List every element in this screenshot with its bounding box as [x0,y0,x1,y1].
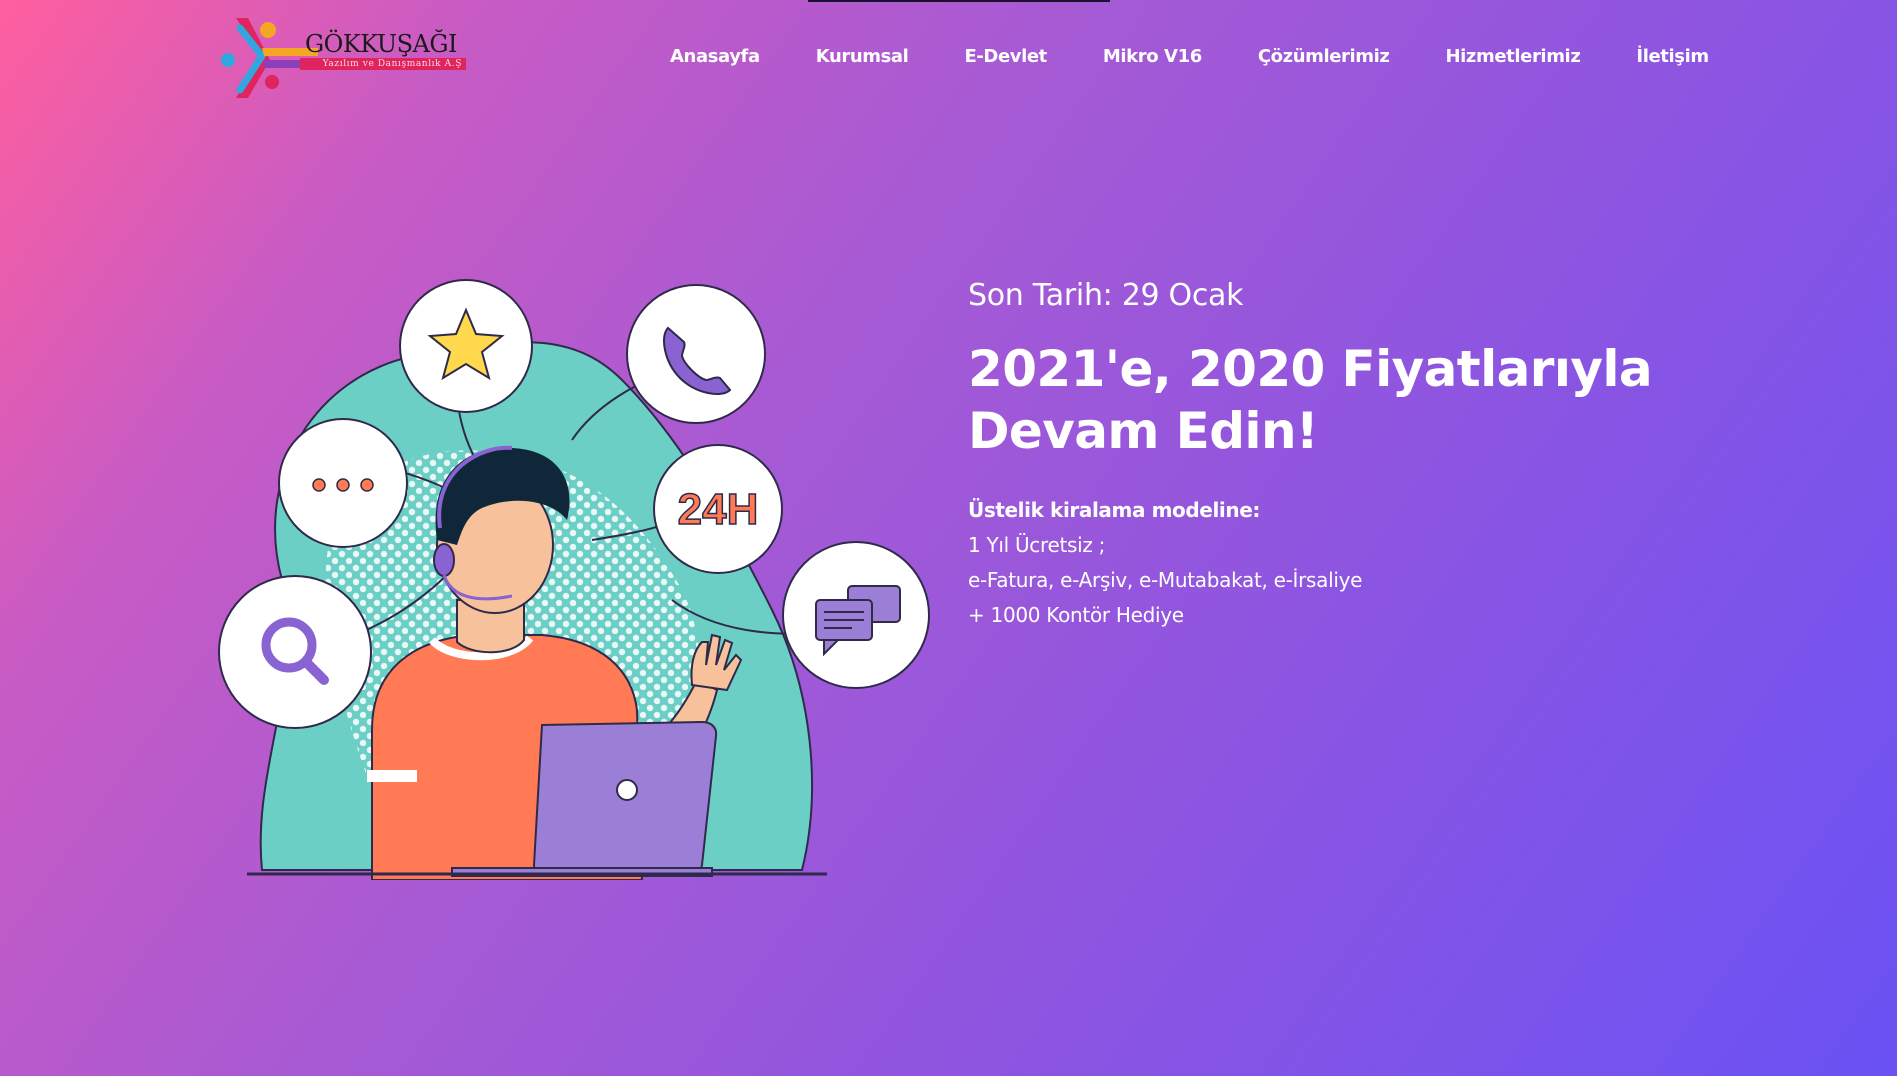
offer-title: Üstelik kiralama modeline: [968,498,1260,522]
star-icon-bubble [399,279,533,413]
main-nav: Anasayfa Kurumsal E-Devlet Mikro V16 Çöz… [670,46,1709,70]
hero-headline: 2021'e, 2020 Fiyatlarıyla Devam Edin! [968,338,1768,462]
dots-icon-bubble [278,418,408,548]
offer-line-free-year: 1 Yıl Ücretsiz ; [968,533,1106,557]
laptop-logo [616,779,638,801]
brand-name: GÖKKUŞAĞI [305,30,458,58]
24h-icon: 24H [678,485,759,534]
nav-item-kurumsal[interactable]: Kurumsal [816,46,909,70]
nav-item-hizmetlerimiz[interactable]: Hizmetlerimiz [1446,46,1581,70]
deadline-text: Son Tarih: 29 Ocak [968,278,1244,313]
nav-item-mikro-v16[interactable]: Mikro V16 [1103,46,1202,70]
nav-item-e-devlet[interactable]: E-Devlet [964,46,1047,70]
nav-item-cozumlerimiz[interactable]: Çözümlerimiz [1258,46,1390,70]
offer-line-services: e-Fatura, e-Arşiv, e-Mutabakat, e-İrsali… [968,568,1363,592]
sleeve-stripe [367,770,417,782]
nav-item-iletisim[interactable]: İletişim [1636,46,1709,70]
chat-icon-bubble [782,541,930,689]
24h-icon-bubble: 24H [653,444,783,574]
hero-section: Son Tarih: 29 Ocak 2021'e, 2020 Fiyatlar… [968,276,1768,629]
top-accent-line [808,0,1110,2]
search-icon-bubble [218,575,372,729]
offer-line-kontor: + 1000 Kontör Hediye [968,603,1184,627]
brand-tagline: Yazılım ve Danışmanlık A.Ş [300,58,466,70]
phone-icon-bubble [626,284,766,424]
hero-headline-line1: 2021'e, 2020 Fiyatlarıyla [968,340,1653,398]
hero-headline-line2: Devam Edin! [968,402,1319,460]
nav-item-anasayfa[interactable]: Anasayfa [670,46,760,70]
illustration-svg: 24H [218,279,930,881]
support-agent-illustration: 24H [212,270,942,881]
dots-icon [312,478,374,492]
